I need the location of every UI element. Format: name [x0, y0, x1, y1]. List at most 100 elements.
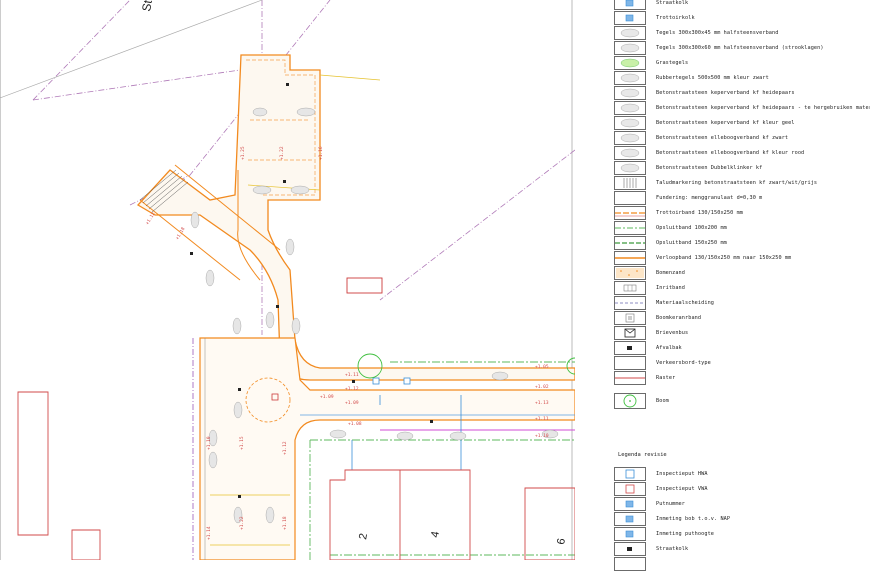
legend-item-label: Inritband — [656, 285, 686, 291]
legend-item-label: Tegels 300x300x45 mm halfsteensverband — [656, 30, 779, 36]
plot-line — [0, 0, 263, 99]
legend-symbol-empty-icon — [614, 191, 646, 205]
footpath-north — [136, 54, 575, 381]
legend-item — [614, 557, 656, 571]
legend-symbol-square-small-icon — [614, 311, 646, 325]
legend-item: Boomkeranrband — [614, 311, 701, 325]
legend-item-label: Verloopband 130/150x250 mm naar 150x250 … — [656, 255, 792, 261]
legend-item: Trottoirband 130/150x250 mm — [614, 206, 743, 220]
legend-item-label: Straatkolk — [656, 0, 689, 6]
legend-item-label: Inspectieput HWA — [656, 471, 708, 477]
legend-symbol-square-blue-icon — [614, 467, 646, 481]
legend-symbol-line-green-dash2-icon — [614, 236, 646, 250]
legend-symbol-empty-icon — [614, 356, 646, 370]
legend-symbol-hatch-green-icon — [614, 56, 646, 70]
legend-item: Trottoirkolk — [614, 11, 695, 25]
legend-item: Inmeting bob t.o.v. NAP — [614, 512, 730, 526]
legend-item-label: Betonstraatsteen elleboogverband kf zwar… — [656, 135, 789, 141]
legend-item-label: Putnummer — [656, 501, 686, 507]
legend-symbol-line-orange-red-icon — [614, 206, 646, 220]
legend-item: Betonstraatsteen Dubbelklinker kf — [614, 161, 762, 175]
legend-item-label: Taludmarkering betonstraatsteen kf zwart… — [656, 180, 818, 186]
legend-symbol-line-orange-icon — [614, 251, 646, 265]
legend-item: Putnummer — [614, 497, 685, 511]
height-label: +1.12 — [345, 386, 359, 392]
legend-item-label: Fundering: menggranulaat d=0,30 m — [656, 195, 763, 201]
legend-symbol-square-red-icon — [614, 482, 646, 496]
legend-item: Inspectieput VWA — [614, 482, 708, 496]
legend-symbol-hatch-dots-icon — [614, 116, 646, 130]
legend-item-label: Betonstraatsteen keperverband kf heidepa… — [656, 105, 870, 111]
legend-item-label: Betonstraatsteen Dubbelklinker kf — [656, 165, 763, 171]
legend-symbol-line-dash-blue-icon — [614, 296, 646, 310]
legend-item: Afvalbak — [614, 341, 682, 355]
legend-item: Verloopband 130/150x250 mm naar 150x250 … — [614, 251, 791, 265]
height-label: +1.22 — [239, 516, 245, 530]
legend-symbol-circle-green-icon — [614, 393, 646, 409]
legend-item-label: Trottoirband 130/150x250 mm — [656, 210, 744, 216]
legend-item: Boom — [614, 393, 669, 409]
legend-symbol-line-green-dash-icon — [614, 221, 646, 235]
legend-symbol-inrit-icon — [614, 281, 646, 295]
height-label: +1.08 — [348, 421, 362, 427]
legend-item-label: Inmeting bob t.o.v. NAP — [656, 516, 731, 522]
height-label: +1.12 — [282, 441, 288, 455]
legend-symbol-hatch-dots-icon — [614, 26, 646, 40]
legend-item-label: Betonstraatsteen keperverband kf kleur g… — [656, 120, 795, 126]
legend-item-label: Verkeersbord-type — [656, 360, 711, 366]
legend-symbol-square-blue-dot-icon — [614, 527, 646, 541]
height-label: +1.11 — [345, 372, 359, 378]
house-number-6: 6 — [555, 537, 568, 545]
legend-item-label: Opsluitband 150x250 mm — [656, 240, 727, 246]
legend-item: Betonstraatsteen elleboogverband kf zwar… — [614, 131, 788, 145]
height-label: +1.05 — [535, 364, 549, 370]
legend-item: Rubbertegels 500x500 mm kleur zwart — [614, 71, 769, 85]
legend-item: Betonstraatsteen keperverband kf kleur g… — [614, 116, 795, 130]
legend-symbol-square-blue-dot-icon — [614, 497, 646, 511]
legend-item: Bomenzand — [614, 266, 685, 280]
height-label: +1.22 — [279, 146, 285, 160]
legend-symbol-square-blue-dot-icon — [614, 0, 646, 10]
legend-symbol-square-black-icon — [614, 542, 646, 556]
legend-item: Tegels 300x300x45 mm halfsteensverband — [614, 26, 778, 40]
legend-item: Betonstraatsteen elleboogverband kf kleu… — [614, 146, 804, 160]
legend-item-label: Afvalbak — [656, 345, 682, 351]
height-label: +1.14 — [206, 526, 212, 540]
legend-panel: Straatkolk Trottoirkolk Tegels 300x300x45 … — [600, 0, 870, 571]
legend-item-label: Straatkolk — [656, 546, 689, 552]
house-number-4: 4 — [429, 530, 442, 538]
legend-item-label: Inmeting puthoogte — [656, 531, 715, 537]
legend-item-label: Rubbertegels 500x500 mm kleur zwart — [656, 75, 769, 81]
height-label: +1.15 — [239, 436, 245, 450]
legend-symbol-hatch-dots-icon — [614, 146, 646, 160]
legend-symbol-line-red-icon — [614, 371, 646, 385]
height-label: +1.10 — [535, 433, 549, 439]
height-label: +1.09 — [320, 394, 334, 400]
legend-item: Inritband — [614, 281, 685, 295]
legend-item-label: Brievenbus — [656, 330, 689, 336]
legend-item: Betonstraatsteen keperverband kf heidepa… — [614, 86, 795, 100]
legend-symbol-hatch-dots-icon — [614, 41, 646, 55]
legend-symbol-hatch-stripes-icon — [614, 176, 646, 190]
legend-item-label: Boom — [656, 398, 669, 404]
house-number-2: 2 — [357, 532, 370, 540]
legend-item-label: Betonstraatsteen elleboogverband kf kleu… — [656, 150, 805, 156]
height-label: +1.25 — [240, 146, 246, 160]
height-label: +1.18 — [175, 226, 187, 241]
legend-item: Opsluitband 150x250 mm — [614, 236, 727, 250]
legend-item: Fundering: menggranulaat d=0,30 m — [614, 191, 762, 205]
legend-item: Taludmarkering betonstraatsteen kf zwart… — [614, 176, 817, 190]
site-plan-drawing: St 2 4 6 +1.25 +1.22 +1.16 +1.12 +1.18 +… — [0, 0, 575, 560]
legend-symbol-square-black-icon — [614, 341, 646, 355]
street-name-label: St — [139, 0, 155, 13]
legend-item: Tegels 300x300x60 mm halfsteensverband (… — [614, 41, 824, 55]
legend-symbol-envelope-icon — [614, 326, 646, 340]
legend-item-label: Trottoirkolk — [656, 15, 695, 21]
legend-item-label: Betonstraatsteen keperverband kf heidepa… — [656, 90, 795, 96]
legend-item-label: Boomkeranrband — [656, 315, 702, 321]
legend-item: Brievenbus — [614, 326, 688, 340]
legend-item-label: Raster — [656, 375, 676, 381]
legend-revision-title: Legenda revisie — [618, 452, 667, 458]
legend-item: Materiaalscheiding — [614, 296, 714, 310]
legend-symbol-empty-icon — [614, 557, 646, 571]
